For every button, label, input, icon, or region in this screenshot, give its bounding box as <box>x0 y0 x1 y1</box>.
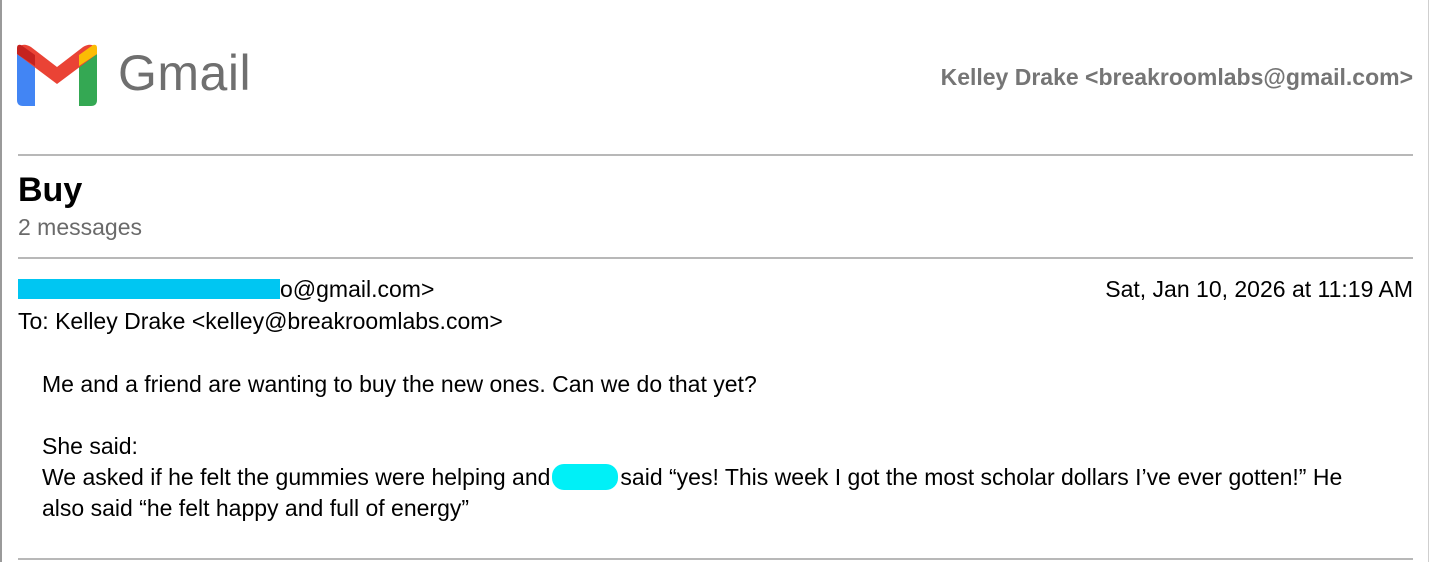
message-date: Sat, Jan 10, 2026 at 11:19 AM <box>1105 276 1413 302</box>
window-right-border <box>1428 0 1429 562</box>
gmail-wordmark: Gmail <box>118 45 252 101</box>
sender-line: o@gmail.com> <box>18 276 434 303</box>
name-redaction <box>552 464 619 490</box>
sender-email-suffix: o@gmail.com> <box>280 276 435 302</box>
recipient-line: To: Kelley Drake <kelley@breakroomlabs.c… <box>18 308 503 334</box>
divider <box>18 154 1413 156</box>
window-left-border <box>0 0 2 562</box>
body-line: She said: <box>42 433 138 459</box>
thread-subject: Buy <box>18 171 83 209</box>
account-label: Kelley Drake <breakroomlabs@gmail.com> <box>940 64 1413 90</box>
divider <box>18 558 1413 560</box>
body-line: Me and a friend are wanting to buy the n… <box>42 371 757 397</box>
body-line: We asked if he felt the gummies were hel… <box>42 462 1382 524</box>
message-count: 2 messages <box>18 214 143 240</box>
message-body: Me and a friend are wanting to buy the n… <box>42 369 1382 524</box>
body-text: We asked if he felt the gummies were hel… <box>42 464 551 490</box>
gmail-logo-icon <box>17 44 97 106</box>
sender-redaction <box>18 279 280 299</box>
divider <box>18 257 1413 259</box>
